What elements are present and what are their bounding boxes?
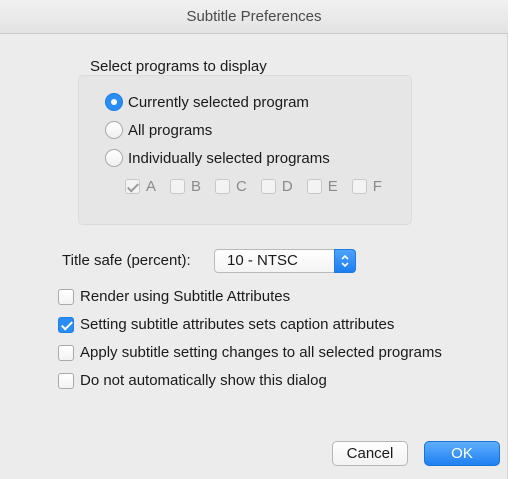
checkbox-disabled [260, 179, 276, 194]
channel-label: D [281, 178, 293, 195]
radio-all-programs[interactable]: All programs [105, 121, 212, 139]
title-safe-select[interactable]: 10 - NTSC [214, 249, 356, 273]
checkbox-checked[interactable] [58, 316, 74, 333]
channel-label: C [236, 178, 247, 195]
channel-label: A [146, 178, 157, 195]
title-safe-value: 10 - NTSC [227, 252, 298, 269]
radio-button[interactable] [105, 121, 123, 139]
channel-checkbox-f: F [351, 178, 382, 195]
preferences-dialog: Subtitle Preferences Select programs to … [0, 0, 508, 479]
option-do-not-show-dialog[interactable]: Do not automatically show this dialog [58, 372, 327, 389]
option-label: Render using Subtitle Attributes [80, 288, 291, 305]
option-sets-caption-attributes[interactable]: Setting subtitle attributes sets caption… [58, 316, 394, 333]
checkbox[interactable] [58, 344, 74, 361]
window-title: Subtitle Preferences [0, 0, 508, 34]
channel-checkbox-d: D [260, 178, 293, 195]
programs-group-label: Select programs to display [90, 58, 267, 75]
channel-checkbox-b: B [170, 178, 201, 195]
checkbox-disabled [125, 179, 140, 194]
channel-checkbox-e: E [306, 178, 338, 195]
program-channel-checkboxes: A B C D E F [125, 178, 382, 195]
option-label: Setting subtitle attributes sets caption… [80, 316, 395, 333]
ok-button[interactable]: OK [424, 441, 500, 466]
checkbox-disabled [306, 179, 322, 194]
radio-label: All programs [128, 121, 213, 139]
option-apply-to-all-programs[interactable]: Apply subtitle setting changes to all se… [58, 344, 442, 361]
chevron-up-down-icon [341, 254, 349, 268]
checkbox[interactable] [58, 288, 74, 305]
checkbox[interactable] [58, 372, 74, 389]
cancel-button[interactable]: Cancel [332, 441, 408, 466]
radio-button-selected[interactable] [105, 93, 123, 111]
radio-label: Currently selected program [128, 93, 309, 111]
option-label: Apply subtitle setting changes to all se… [80, 344, 442, 361]
checkbox-disabled [215, 179, 231, 194]
radio-label: Individually selected programs [128, 149, 330, 167]
option-label: Do not automatically show this dialog [80, 372, 327, 389]
option-render-subtitle-attributes[interactable]: Render using Subtitle Attributes [58, 288, 290, 305]
title-safe-label: Title safe (percent): [62, 252, 191, 269]
checkbox-disabled [170, 179, 186, 194]
channel-checkbox-c: C [215, 178, 247, 195]
radio-currently-selected[interactable]: Currently selected program [105, 93, 309, 111]
radio-button[interactable] [105, 149, 123, 167]
radio-individually-selected[interactable]: Individually selected programs [105, 149, 330, 167]
channel-label: E [327, 178, 338, 195]
channel-label: F [372, 178, 382, 195]
channel-checkbox-a: A [125, 178, 156, 195]
checkbox-disabled [351, 179, 367, 194]
channel-label: B [191, 178, 202, 195]
select-stepper[interactable] [334, 249, 356, 273]
